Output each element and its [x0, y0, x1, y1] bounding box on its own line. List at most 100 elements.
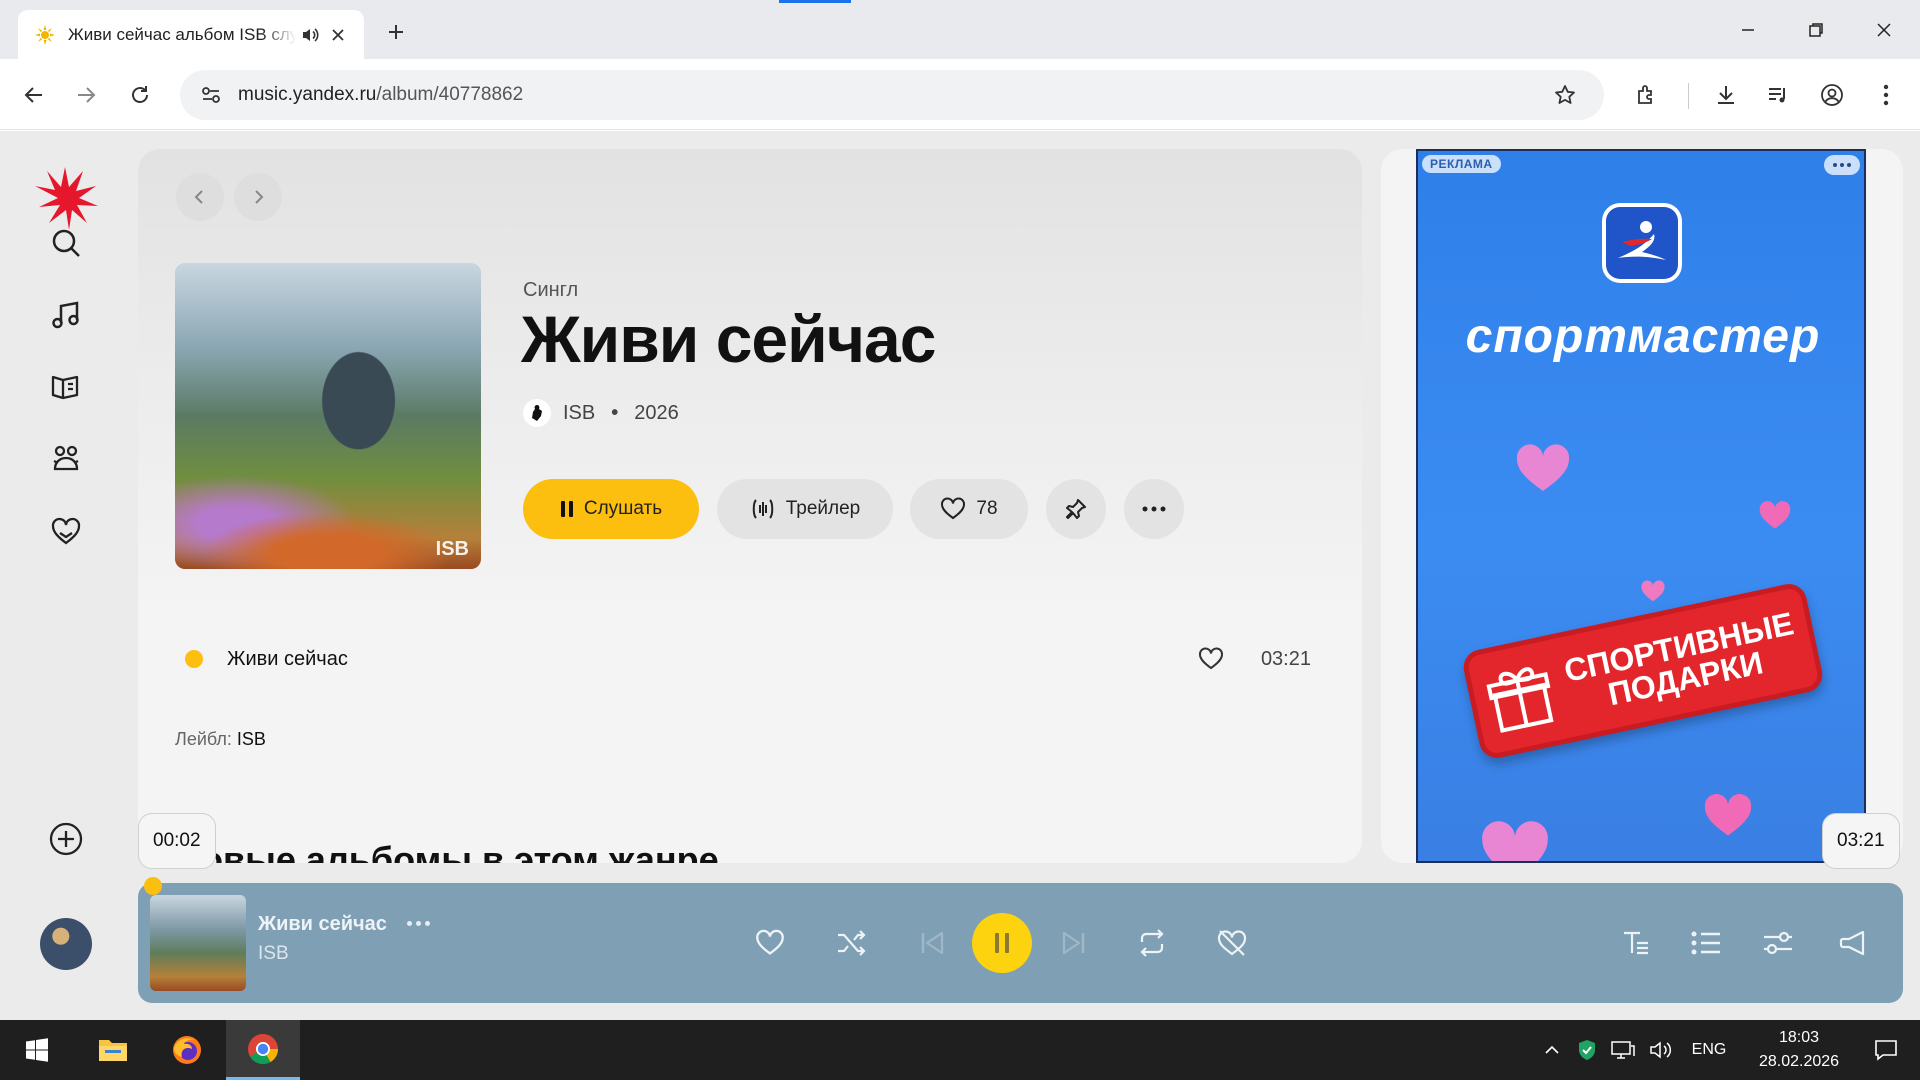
- user-avatar[interactable]: [40, 918, 92, 970]
- elapsed-time: 00:02: [138, 813, 216, 869]
- bookmark-star-icon[interactable]: [1540, 70, 1590, 120]
- label-info: Лейбл: ISB: [175, 729, 266, 750]
- restore-window-button[interactable]: [1786, 10, 1846, 50]
- player-track-title[interactable]: Живи сейчас: [258, 913, 387, 936]
- play-button[interactable]: Слушать: [523, 479, 699, 539]
- volume-icon[interactable]: [1828, 919, 1876, 967]
- artist-link[interactable]: ISB: [563, 402, 595, 425]
- track-like-heart-icon[interactable]: [1191, 639, 1231, 679]
- repeat-icon[interactable]: [1128, 919, 1176, 967]
- history-back-button[interactable]: [176, 173, 224, 221]
- security-shield-icon[interactable]: [1572, 1020, 1602, 1080]
- system-clock[interactable]: 18:03 28.02.2026: [1744, 1026, 1854, 1074]
- collection-heart-icon[interactable]: [44, 509, 88, 553]
- heart-icon: [1516, 444, 1570, 491]
- url-text[interactable]: music.yandex.ru/album/40778862: [238, 84, 1540, 106]
- sidebar: [0, 131, 132, 1020]
- album-cover: ISB: [175, 263, 481, 569]
- lyrics-icon[interactable]: [1612, 919, 1660, 967]
- progress-slider-handle[interactable]: [144, 877, 162, 895]
- equalizer-settings-icon[interactable]: [1754, 919, 1802, 967]
- sportmaster-ad-banner[interactable]: РЕКЛАМА спортмастер Спортивные подарки: [1416, 149, 1866, 863]
- more-dots-icon: [1142, 506, 1166, 512]
- player-like-heart-icon[interactable]: [746, 919, 794, 967]
- chrome-taskbar-icon[interactable]: [226, 1020, 300, 1080]
- cover-logo: ISB: [435, 538, 469, 560]
- heart-icon: [1759, 501, 1791, 529]
- now-playing-indicator: [185, 650, 203, 668]
- ad-label: РЕКЛАМА: [1422, 155, 1501, 173]
- dislike-icon[interactable]: [1208, 919, 1256, 967]
- tab-audio-playing-icon[interactable]: [296, 21, 324, 49]
- volume-tray-icon[interactable]: [1644, 1020, 1678, 1080]
- profile-icon[interactable]: [1812, 75, 1852, 115]
- input-language[interactable]: ENG: [1684, 1020, 1734, 1080]
- clock-date: 28.02.2026: [1758, 1053, 1840, 1070]
- release-type: Сингл: [523, 279, 579, 301]
- add-circle-icon[interactable]: [44, 817, 88, 861]
- browser-menu-icon[interactable]: [1866, 75, 1906, 115]
- track-title[interactable]: Живи сейчас: [227, 648, 1191, 671]
- player-bar: Живи сейчас ISB: [138, 877, 1903, 1003]
- album-title: Живи сейчас: [521, 302, 936, 376]
- tray-overflow-chevron-icon[interactable]: [1534, 1020, 1570, 1080]
- trailer-button[interactable]: Трейлер: [717, 479, 893, 539]
- artist-avatar[interactable]: [523, 399, 551, 427]
- heart-icon: [1482, 821, 1548, 861]
- history-forward-button[interactable]: [234, 173, 282, 221]
- network-icon[interactable]: [1606, 1020, 1640, 1080]
- track-row[interactable]: Живи сейчас 03:21: [175, 635, 1325, 683]
- windows-start-icon[interactable]: [0, 1020, 74, 1080]
- kids-icon[interactable]: [44, 437, 88, 481]
- downloads-icon[interactable]: [1706, 75, 1746, 115]
- firefox-icon[interactable]: [150, 1020, 224, 1080]
- shuffle-icon[interactable]: [828, 919, 876, 967]
- file-explorer-icon[interactable]: [76, 1020, 150, 1080]
- pause-icon: [995, 933, 1009, 953]
- music-note-icon[interactable]: [44, 293, 88, 337]
- notifications-icon[interactable]: [1852, 1020, 1920, 1080]
- ad-menu-button[interactable]: [1824, 155, 1860, 175]
- browser-toolbar: music.yandex.ru/album/40778862: [0, 59, 1920, 130]
- ad-gift-ribbon: Спортивные подарки: [1460, 580, 1826, 762]
- search-icon[interactable]: [44, 221, 88, 265]
- url-path: /album/40778862: [376, 84, 524, 105]
- forward-button[interactable]: [66, 75, 106, 115]
- next-track-icon[interactable]: [1050, 919, 1098, 967]
- extensions-icon[interactable]: [1626, 75, 1666, 115]
- label-name[interactable]: ISB: [237, 729, 266, 749]
- queue-list-icon[interactable]: [1682, 919, 1730, 967]
- pin-icon: [1066, 499, 1086, 519]
- site-settings-icon[interactable]: [186, 70, 236, 120]
- yandex-music-favicon-icon: [34, 24, 56, 46]
- tab-title: Живи сейчас альбом ISB слушать онлайн: [68, 24, 296, 44]
- yandex-music-logo-icon[interactable]: [32, 163, 98, 230]
- ad-brand-name: спортмастер: [1465, 310, 1821, 363]
- close-window-button[interactable]: [1854, 10, 1914, 50]
- new-tab-button[interactable]: [380, 16, 412, 48]
- address-bar[interactable]: music.yandex.ru/album/40778862: [180, 70, 1604, 120]
- reload-button[interactable]: [120, 75, 160, 115]
- meta-separator: •: [611, 401, 619, 424]
- previous-track-icon[interactable]: [908, 919, 956, 967]
- media-control-icon[interactable]: [1758, 75, 1798, 115]
- label-prefix: Лейбл:: [175, 729, 232, 749]
- browser-tab-active[interactable]: Живи сейчас альбом ISB слушать онлайн: [18, 10, 364, 59]
- player-more-button[interactable]: [400, 909, 436, 937]
- podcasts-books-icon[interactable]: [44, 365, 88, 409]
- sportmaster-app-icon: [1602, 203, 1682, 283]
- windows-taskbar: ENG 18:03 28.02.2026: [0, 1020, 1920, 1080]
- minimize-window-button[interactable]: [1718, 10, 1778, 50]
- trailer-wave-icon: [752, 499, 773, 519]
- more-options-button[interactable]: [1124, 479, 1184, 539]
- clock-time: 18:03: [1778, 1029, 1820, 1046]
- player-pause-button[interactable]: [972, 913, 1032, 973]
- browser-tab-bar: Живи сейчас альбом ISB слушать онлайн: [0, 0, 1920, 59]
- player-artist[interactable]: ISB: [258, 943, 289, 965]
- back-button[interactable]: [14, 75, 54, 115]
- pin-button[interactable]: [1046, 479, 1106, 539]
- tab-close-icon[interactable]: [324, 21, 352, 49]
- player-cover[interactable]: [150, 895, 246, 991]
- track-duration: 03:21: [1260, 647, 1311, 670]
- like-album-button[interactable]: 78: [910, 479, 1028, 539]
